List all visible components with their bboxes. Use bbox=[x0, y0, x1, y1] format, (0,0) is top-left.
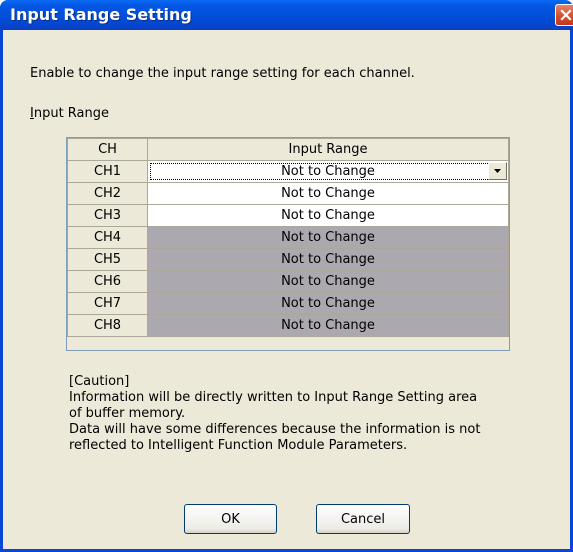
cancel-button-label: Cancel bbox=[340, 511, 386, 527]
channel-cell: CH3 bbox=[67, 204, 148, 227]
channel-cell: CH2 bbox=[67, 182, 148, 205]
caution-line: Data will have some differences because … bbox=[69, 422, 481, 437]
input-range-cell-disabled: Not to Change bbox=[147, 314, 509, 337]
caution-line: Information will be directly written to … bbox=[69, 390, 478, 405]
input-range-value: Not to Change bbox=[281, 164, 375, 179]
input-range-dropdown[interactable]: Not to Change bbox=[147, 160, 509, 183]
table-row: CH1 Not to Change bbox=[67, 160, 509, 183]
dialog-content: Enable to change the input range setting… bbox=[3, 30, 570, 549]
channel-cell: CH6 bbox=[67, 270, 148, 293]
table-row: CH8 Not to Change bbox=[67, 314, 509, 337]
caution-line: reflected to Intelligent Function Module… bbox=[69, 438, 408, 453]
grid-header-row: CH Input Range bbox=[67, 138, 509, 161]
close-icon bbox=[560, 9, 572, 21]
input-range-cell[interactable]: Not to Change bbox=[147, 204, 509, 227]
close-button[interactable] bbox=[555, 4, 573, 26]
input-range-cell[interactable]: Not to Change bbox=[147, 182, 509, 205]
table-row: CH6 Not to Change bbox=[67, 270, 509, 293]
caution-text: [Caution] Information will be directly w… bbox=[69, 374, 480, 454]
column-header-ch: CH bbox=[67, 138, 148, 161]
description-text: Enable to change the input range setting… bbox=[30, 66, 415, 81]
table-row: CH4 Not to Change bbox=[67, 226, 509, 249]
table-row: CH2 Not to Change bbox=[67, 182, 509, 205]
cancel-button[interactable]: Cancel bbox=[316, 504, 410, 534]
input-range-label: Input Range bbox=[30, 106, 109, 121]
input-range-grid: CH Input Range CH1 Not to Change CH2 Not… bbox=[66, 137, 510, 351]
dialog-title: Input Range Setting bbox=[10, 5, 192, 24]
title-bar[interactable]: Input Range Setting bbox=[0, 0, 573, 30]
table-row: CH3 Not to Change bbox=[67, 204, 509, 227]
caution-heading: [Caution] bbox=[69, 374, 130, 389]
input-range-cell-disabled: Not to Change bbox=[147, 226, 509, 249]
dialog-window: Input Range Setting Enable to change the… bbox=[0, 0, 573, 552]
ok-button[interactable]: OK bbox=[184, 504, 277, 534]
selected-cell-focus: Not to Change bbox=[150, 163, 506, 180]
input-range-label-rest: nput Range bbox=[33, 106, 110, 121]
table-row: CH7 Not to Change bbox=[67, 292, 509, 315]
channel-cell: CH4 bbox=[67, 226, 148, 249]
dropdown-button[interactable] bbox=[488, 162, 507, 180]
channel-cell: CH5 bbox=[67, 248, 148, 271]
chevron-down-icon bbox=[494, 169, 501, 173]
ok-button-label: OK bbox=[221, 511, 240, 527]
table-row: CH5 Not to Change bbox=[67, 248, 509, 271]
column-header-input-range: Input Range bbox=[147, 138, 509, 161]
channel-cell: CH8 bbox=[67, 314, 148, 337]
input-range-cell-disabled: Not to Change bbox=[147, 292, 509, 315]
channel-cell: CH1 bbox=[67, 160, 148, 183]
channel-cell: CH7 bbox=[67, 292, 148, 315]
caution-line: of buffer memory. bbox=[69, 406, 186, 421]
input-range-cell-disabled: Not to Change bbox=[147, 270, 509, 293]
input-range-cell-disabled: Not to Change bbox=[147, 248, 509, 271]
